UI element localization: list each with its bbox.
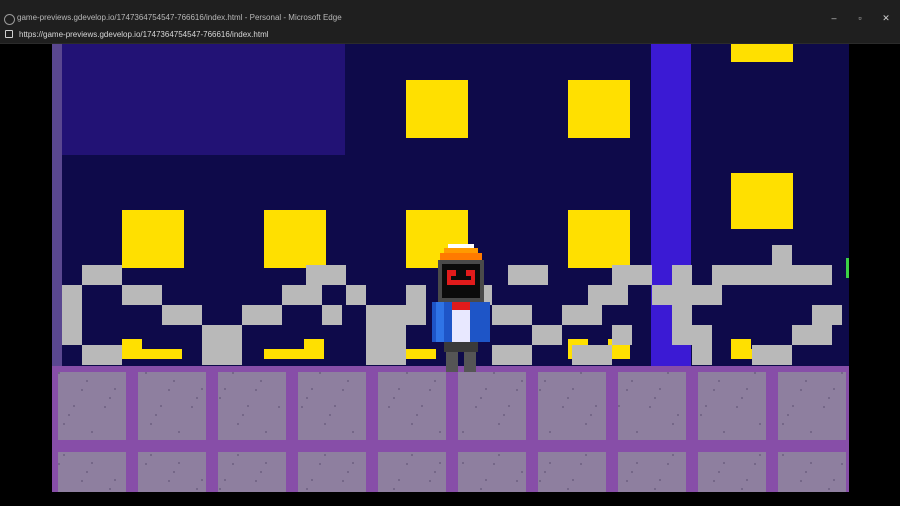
fence-segment [532, 325, 562, 345]
lock-icon [5, 30, 13, 38]
fence-segment [82, 345, 122, 365]
lit-window [122, 339, 142, 359]
floor-tile [538, 452, 606, 492]
globe-icon [4, 14, 15, 25]
lit-window [304, 339, 324, 359]
fence-segment [772, 245, 792, 265]
left-wall [52, 44, 62, 369]
fence-segment [692, 285, 722, 305]
fence-segment [812, 305, 842, 325]
fence-segment [346, 285, 366, 305]
minimize-button[interactable]: – [827, 12, 841, 24]
restore-button[interactable]: ▫ [853, 12, 867, 24]
fence-segment [752, 345, 792, 365]
lit-window [142, 349, 182, 359]
floor-tile [378, 452, 446, 492]
window-title: game-previews.gdevelop.io/1747364754547-… [17, 13, 342, 22]
floor-tile [58, 452, 126, 492]
lit-window [264, 210, 326, 268]
green-marker [846, 258, 849, 278]
lit-window [568, 210, 630, 268]
address-bar[interactable]: https://game-previews.gdevelop.io/174736… [0, 27, 900, 44]
fence-segment [82, 265, 122, 285]
fence-segment [612, 265, 652, 285]
fence-segment [492, 305, 532, 325]
floor-tile [538, 372, 606, 440]
floor-tile [618, 372, 686, 440]
lit-window [731, 44, 793, 62]
fence-segment [306, 265, 346, 285]
fence-segment [792, 265, 832, 285]
fence-segment [792, 325, 832, 345]
floor-tile [778, 452, 846, 492]
floor-tile [378, 372, 446, 440]
floor-tile [138, 372, 206, 440]
fence-segment [692, 325, 712, 365]
fence-segment [508, 265, 548, 285]
floor-tile [618, 452, 686, 492]
lit-window [122, 210, 184, 268]
fence-segment [406, 285, 426, 325]
fence-segment [282, 285, 322, 305]
floor-tile [218, 372, 286, 440]
stone-floor [52, 366, 849, 492]
floor-tile [298, 372, 366, 440]
floor-tile [58, 372, 126, 440]
floor-tile [218, 452, 286, 492]
background-building [62, 44, 345, 155]
fence-segment [562, 305, 602, 325]
fence-segment [366, 325, 406, 365]
floor-tile [778, 372, 846, 440]
fence-segment [162, 305, 202, 325]
lit-window [568, 80, 630, 138]
fence-segment [366, 305, 406, 325]
fence-segment [588, 285, 628, 305]
fence-segment [672, 265, 692, 345]
robot-character[interactable] [430, 244, 492, 374]
close-button[interactable]: ✕ [879, 12, 893, 24]
floor-tile [698, 372, 766, 440]
fence-segment [242, 305, 282, 325]
fence-segment [62, 285, 82, 345]
floor-tile [458, 372, 526, 440]
lit-window [731, 173, 793, 229]
fence-segment [492, 345, 532, 365]
title-bar: game-previews.gdevelop.io/1747364754547-… [0, 0, 900, 27]
floor-tile [458, 452, 526, 492]
floor-tile [138, 452, 206, 492]
fence-segment [322, 305, 342, 325]
lit-window [731, 339, 751, 359]
game-canvas[interactable] [52, 44, 849, 492]
fence-segment [712, 265, 792, 285]
floor-tile [298, 452, 366, 492]
lit-window [264, 349, 304, 359]
fence-segment [612, 325, 632, 345]
fence-segment [202, 345, 242, 365]
floor-tile [698, 452, 766, 492]
fence-segment [572, 345, 612, 365]
fence-segment [202, 325, 242, 345]
url-text[interactable]: https://game-previews.gdevelop.io/174736… [19, 30, 269, 40]
lit-window [406, 80, 468, 138]
fence-segment [122, 285, 162, 305]
